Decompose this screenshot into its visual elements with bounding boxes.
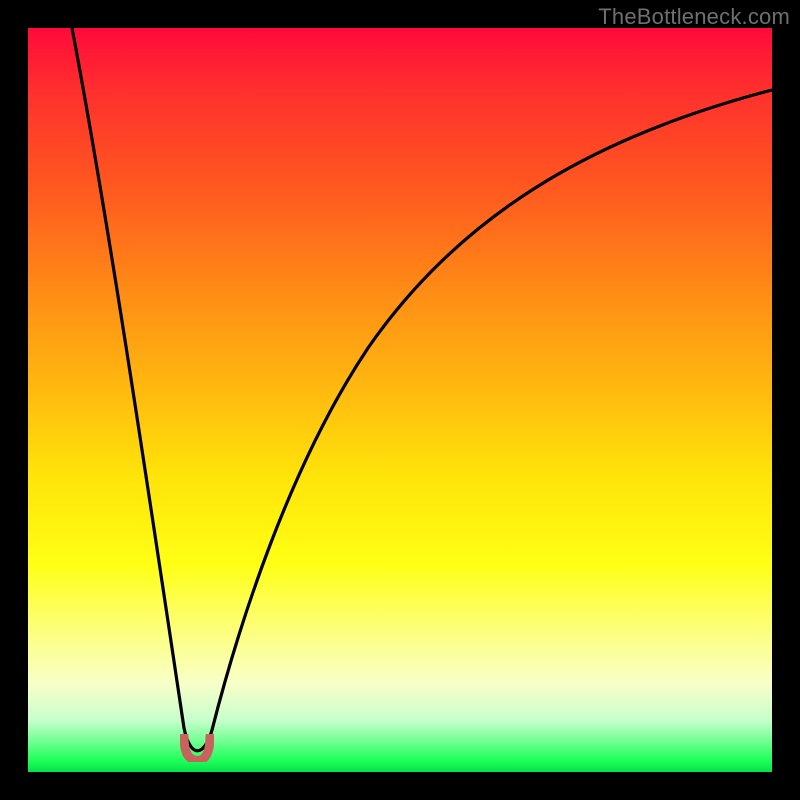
watermark-text: TheBottleneck.com xyxy=(598,4,790,30)
bottleneck-curve xyxy=(28,28,772,772)
chart-frame: TheBottleneck.com xyxy=(0,0,800,800)
curve-path xyxy=(72,28,772,751)
marker-u-shape xyxy=(184,736,210,760)
optimum-marker xyxy=(180,734,214,762)
plot-area xyxy=(28,28,772,772)
